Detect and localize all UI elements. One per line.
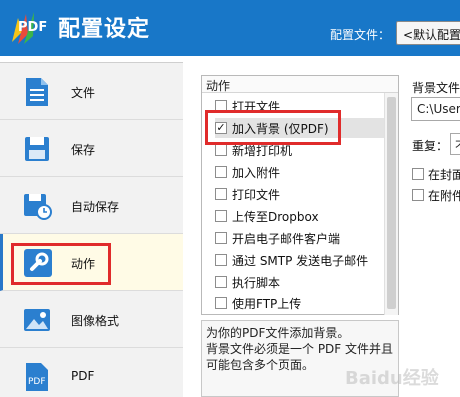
logo-text: PDF <box>18 20 48 35</box>
on-attachment-checkbox[interactable] <box>412 189 424 201</box>
watermark: Baidu经验 <box>345 368 439 389</box>
pdf-file-icon: PDF <box>23 362 51 392</box>
sidebar-item-label: 图像格式 <box>71 314 120 328</box>
repeat-select[interactable]: 不 <box>450 133 460 155</box>
list-item-action[interactable]: 开启电子邮件客户端 <box>215 228 385 248</box>
action-checkbox[interactable] <box>215 144 227 156</box>
list-item-action[interactable]: 上传至Dropbox <box>215 206 385 226</box>
config-profile-select[interactable]: <默认配置> <box>396 21 460 45</box>
sidebar-item-pdf[interactable]: PDF PDF <box>0 348 183 397</box>
action-checkbox[interactable] <box>215 276 227 288</box>
auto-save-clock-icon <box>23 191 52 221</box>
action-checkbox[interactable] <box>215 188 227 200</box>
on-cover-option[interactable]: 在封面 <box>412 165 460 183</box>
sidebar-item-image-format[interactable]: 图像格式 <box>0 291 183 348</box>
action-checkbox[interactable] <box>215 232 227 244</box>
action-label: 加入附件 <box>232 166 281 180</box>
on-cover-checkbox[interactable] <box>412 168 424 180</box>
list-item-action[interactable]: 通过 SMTP 发送电子邮件 <box>215 250 385 270</box>
highlight-box-sidebar-actions <box>11 243 111 285</box>
repeat-label: 重复： <box>412 139 449 153</box>
svg-text:PDF: PDF <box>28 377 46 387</box>
list-item-action[interactable]: 使用FTP上传 <box>215 293 385 313</box>
actions-list-header: 动作 <box>202 76 398 93</box>
action-label: 开启电子邮件客户端 <box>232 232 341 246</box>
action-label: 打印文件 <box>232 188 281 202</box>
action-checkbox[interactable] <box>215 166 227 178</box>
document-icon <box>23 77 51 107</box>
background-file-input[interactable]: C:\Users <box>411 97 460 121</box>
on-attachment-option[interactable]: 在附件 <box>412 186 460 204</box>
floppy-disk-icon <box>23 134 51 164</box>
sidebar-item-save[interactable]: 保存 <box>0 120 183 177</box>
sidebar-item-autosave[interactable]: 自动保存 <box>0 177 183 234</box>
sidebar-item-label: 保存 <box>71 143 96 157</box>
action-checkbox[interactable] <box>215 254 227 266</box>
sidebar-item-label: 自动保存 <box>71 200 120 214</box>
scrollbar-thumb[interactable] <box>387 97 396 309</box>
action-label: 执行脚本 <box>232 276 281 290</box>
page-title: 配置设定 <box>58 17 151 42</box>
image-icon <box>23 305 51 335</box>
list-item-action[interactable]: 执行脚本 <box>215 272 385 292</box>
description-line: 背景文件必须是一个 PDF 文件并且 <box>206 342 394 356</box>
list-item-action[interactable]: 打印文件 <box>215 184 385 204</box>
sidebar: 文件 保存 自动保存 动作 图像格式 PDF PDF <box>0 62 183 397</box>
action-checkbox[interactable] <box>215 297 227 309</box>
sidebar-item-file[interactable]: 文件 <box>0 63 183 120</box>
action-checkbox[interactable] <box>215 210 227 222</box>
action-label: 使用FTP上传 <box>232 297 302 311</box>
list-item-action[interactable]: 加入附件 <box>215 162 385 182</box>
config-profile-label: 配置文件： <box>330 28 391 42</box>
actions-scrollbar[interactable] <box>384 93 398 315</box>
description-line: 为你的PDF文件添加背景。 <box>206 326 350 340</box>
action-label: 上传至Dropbox <box>232 210 319 224</box>
sidebar-item-label: 文件 <box>71 86 96 100</box>
header-bar: PDF 配置设定 配置文件： <默认配置> <box>0 0 460 56</box>
background-file-label: 背景文件 <box>412 81 460 95</box>
action-label: 通过 SMTP 发送电子邮件 <box>232 254 369 268</box>
on-attachment-label: 在附件 <box>428 189 460 203</box>
sidebar-item-label: PDF <box>71 369 95 383</box>
on-cover-label: 在封面 <box>428 168 460 182</box>
highlight-box-add-background <box>205 110 341 145</box>
